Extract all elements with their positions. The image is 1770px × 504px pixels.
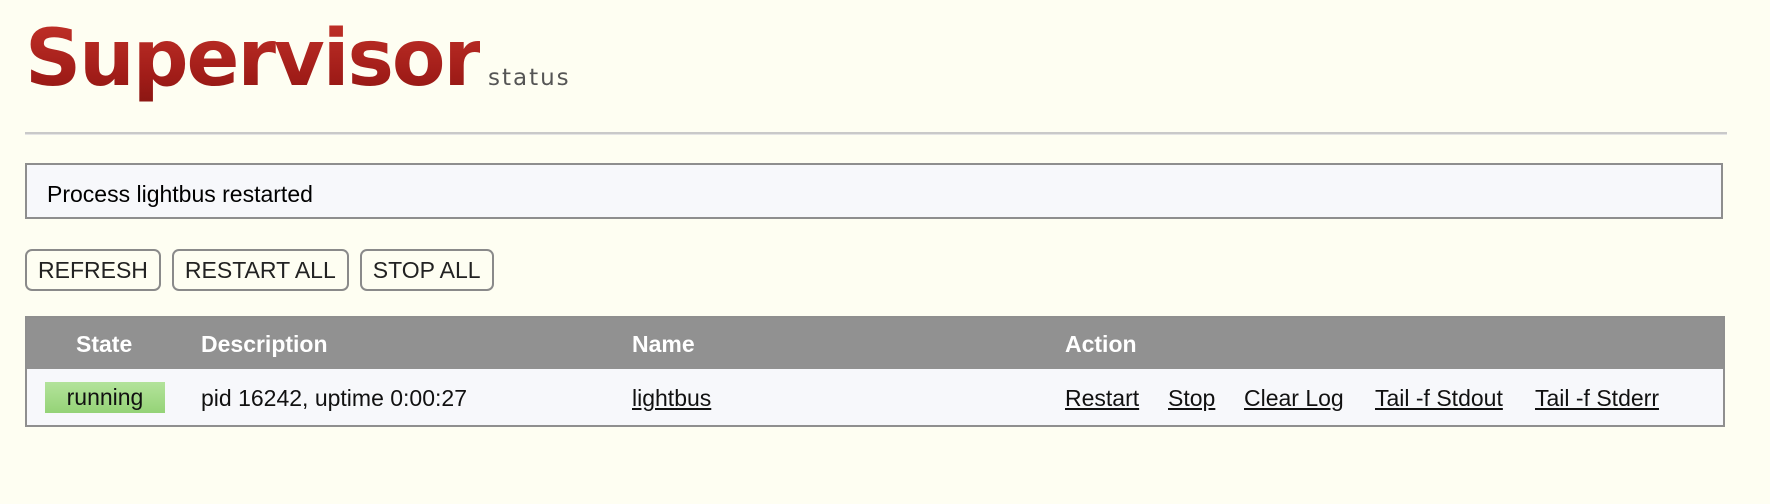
supervisor-logo: Supervisor status [25, 14, 571, 114]
process-description: pid 16242, uptime 0:00:27 [201, 385, 467, 411]
column-header-name: Name [632, 331, 695, 357]
clear-log-link[interactable]: Clear Log [1244, 385, 1344, 412]
column-header-state: State [76, 331, 133, 357]
table-header: State Description Name Action [27, 318, 1723, 369]
status-message-text: Process lightbus restarted [47, 181, 313, 207]
header-divider [25, 132, 1727, 135]
global-actions: REFRESH RESTART ALL STOP ALL [25, 249, 505, 291]
status-message-box: Process lightbus restarted [25, 163, 1723, 219]
restart-link[interactable]: Restart [1065, 385, 1139, 412]
logo-title: Supervisor [25, 14, 482, 104]
column-header-description: Description [201, 331, 328, 357]
tail-stdout-link[interactable]: Tail -f Stdout [1375, 385, 1503, 412]
logo-subtitle: status [487, 65, 571, 91]
tail-stderr-link[interactable]: Tail -f Stderr [1535, 385, 1659, 412]
refresh-button[interactable]: REFRESH [25, 249, 161, 291]
column-header-action: Action [1065, 331, 1137, 357]
status-badge: running [45, 382, 165, 413]
restart-all-button[interactable]: RESTART ALL [171, 249, 349, 291]
process-name-link[interactable]: lightbus [632, 385, 711, 412]
process-table: State Description Name Action running pi… [25, 316, 1725, 427]
stop-link[interactable]: Stop [1168, 385, 1215, 412]
table-row: running pid 16242, uptime 0:00:27 lightb… [27, 369, 1723, 425]
stop-all-button[interactable]: STOP ALL [359, 249, 494, 291]
